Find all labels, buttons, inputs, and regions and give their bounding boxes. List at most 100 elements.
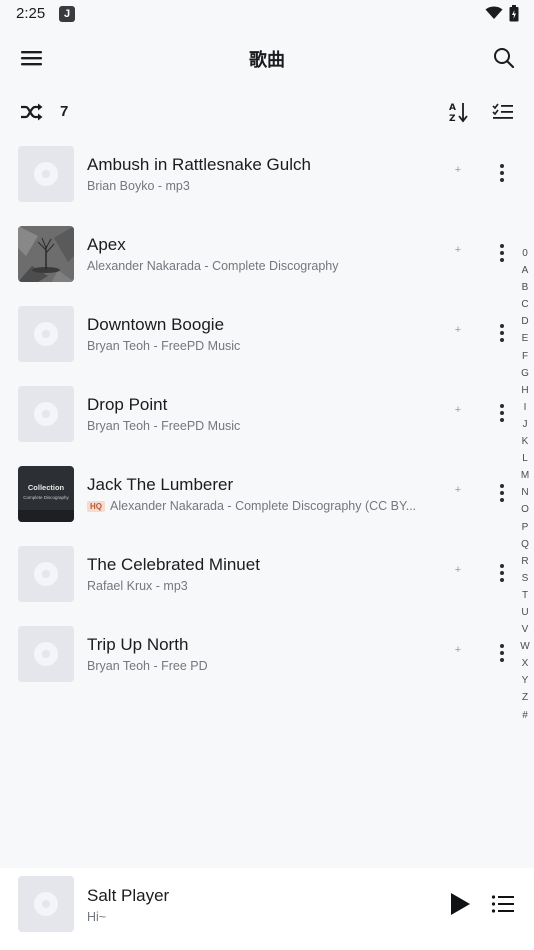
song-subtitle: Alexander Nakarada - Complete Discograph… [87,259,339,273]
song-row[interactable]: Collection Complete Discography Jack The… [0,456,534,536]
play-button[interactable] [447,890,473,918]
album-cover-placeholder [18,306,74,362]
song-row[interactable]: Apex Alexander Nakarada - Complete Disco… [0,216,534,296]
index-letter[interactable]: J [518,416,532,433]
song-row[interactable]: Drop Point Bryan Teoh - FreePD Music + [0,376,534,456]
index-letter[interactable]: H [518,382,532,399]
svg-text:A: A [449,103,456,113]
more-options-button[interactable] [494,562,510,584]
index-letter[interactable]: M [518,467,532,484]
queue-button[interactable] [490,892,516,916]
status-bar: 2:25 J [0,0,534,28]
song-subtitle: Brian Boyko - mp3 [87,179,190,193]
song-row[interactable]: Ambush in Rattlesnake Gulch Brian Boyko … [0,136,534,216]
more-options-button[interactable] [494,162,510,184]
song-subtitle: Bryan Teoh - Free PD [87,659,208,673]
more-options-button[interactable] [494,322,510,344]
index-letter[interactable]: 0 [518,245,532,262]
sort-button[interactable]: A Z [446,99,472,125]
index-letter[interactable]: # [518,707,532,724]
cover-text-discography: Complete Discography [23,495,69,500]
index-letter[interactable]: T [518,587,532,604]
sort-az-icon: A Z [449,103,468,124]
more-options-button[interactable] [494,482,510,504]
album-cover [18,226,74,282]
song-subtitle: Alexander Nakarada - Complete Discograph… [110,499,417,513]
mini-player[interactable]: Salt Player Hi~ [0,868,534,950]
add-to-queue-button[interactable]: + [451,164,465,178]
index-letter[interactable]: S [518,570,532,587]
song-title: Downtown Boogie [87,315,225,334]
more-options-button[interactable] [494,242,510,264]
index-letter[interactable]: V [518,621,532,638]
app-notification-icon: J [59,6,75,22]
index-letter[interactable]: B [518,279,532,296]
svg-text:Z: Z [449,114,456,124]
disc-icon [34,322,58,346]
cover-ground [18,510,74,522]
battery-icon [509,5,519,22]
index-letter[interactable]: I [518,399,532,416]
album-cover-placeholder [18,546,74,602]
add-to-queue-button[interactable]: + [451,244,465,258]
index-letter[interactable]: Z [518,689,532,706]
search-icon [494,48,515,69]
shuffle-button[interactable] [18,100,46,124]
index-letter[interactable]: R [518,553,532,570]
song-count: 7 [60,103,69,120]
add-to-queue-button[interactable]: + [451,404,465,418]
add-to-queue-button[interactable]: + [451,644,465,658]
shuffle-icon [21,103,43,121]
add-to-queue-button[interactable]: + [451,324,465,338]
index-letter[interactable]: Y [518,672,532,689]
song-title: Apex [87,235,126,254]
disc-icon [34,162,58,186]
search-button[interactable] [490,44,518,72]
index-letter[interactable]: N [518,484,532,501]
index-letter[interactable]: U [518,604,532,621]
song-subtitle-row: HQ Alexander Nakarada - Complete Discogra… [87,499,416,513]
index-letter[interactable]: W [518,638,532,655]
album-cover: Collection Complete Discography [18,466,74,522]
page-title: 歌曲 [249,50,285,70]
index-letter[interactable]: K [518,433,532,450]
song-subtitle: Rafael Krux - mp3 [87,579,188,593]
list-options-button[interactable] [490,99,516,125]
album-art-image [18,226,74,282]
index-letter[interactable]: F [518,348,532,365]
song-subtitle: Bryan Teoh - FreePD Music [87,339,241,353]
more-options-button[interactable] [494,642,510,664]
index-letter[interactable]: Q [518,536,532,553]
wifi-icon [485,6,503,19]
index-letter[interactable]: E [518,330,532,347]
now-playing-title: Salt Player [87,886,170,905]
index-letter[interactable]: L [518,450,532,467]
play-icon [451,893,470,915]
song-title: Trip Up North [87,635,189,654]
now-playing-cover [18,876,74,932]
status-time: 2:25 [16,5,46,22]
index-letter[interactable]: A [518,262,532,279]
index-letter[interactable]: O [518,501,532,518]
index-letter[interactable]: X [518,655,532,672]
more-options-button[interactable] [494,402,510,424]
song-subtitle: Bryan Teoh - FreePD Music [87,419,241,433]
cover-text-collection: Collection [27,483,65,492]
index-letter[interactable]: D [518,313,532,330]
hq-badge: HQ [87,501,105,512]
disc-icon [34,402,58,426]
alphabet-index[interactable]: 0 A B C D E F G H I J K L M N O P Q R S … [518,245,532,724]
list-toolbar: 7 A Z [0,92,534,132]
playlist-icon [491,895,514,913]
add-to-queue-button[interactable]: + [451,484,465,498]
album-cover-placeholder [18,386,74,442]
disc-icon [34,642,58,666]
song-row[interactable]: Downtown Boogie Bryan Teoh - FreePD Musi… [0,296,534,376]
album-cover-placeholder [18,626,74,682]
index-letter[interactable]: C [518,296,532,313]
index-letter[interactable]: G [518,365,532,382]
index-letter[interactable]: P [518,519,532,536]
song-row[interactable]: The Celebrated Minuet Rafael Krux - mp3 … [0,536,534,616]
song-row[interactable]: Trip Up North Bryan Teoh - Free PD + [0,616,534,696]
add-to-queue-button[interactable]: + [451,564,465,578]
